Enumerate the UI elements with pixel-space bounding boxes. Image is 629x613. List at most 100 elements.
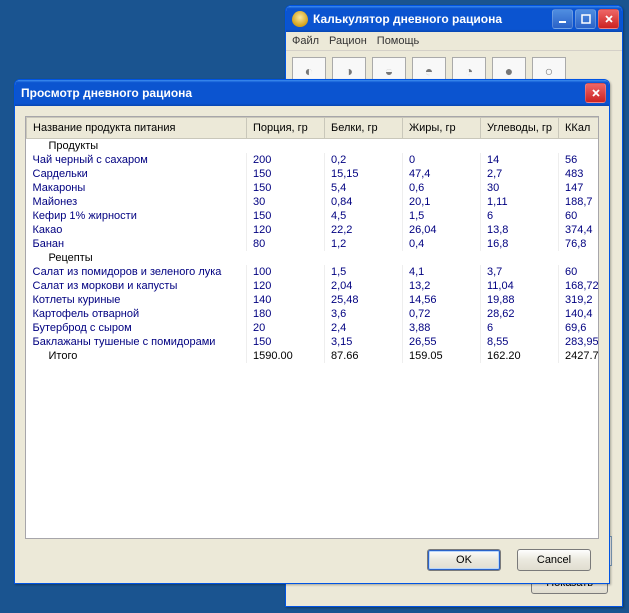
table-row[interactable]: Чай черный с сахаром2000,201456 [27,153,600,167]
total-cell-name: Итого [27,349,247,363]
cell-name: Бутерброд с сыром [27,321,247,335]
minimize-button[interactable] [552,9,573,29]
cell-fat: 26,04 [403,223,481,237]
cell-name: Чай черный с сахаром [27,153,247,167]
cell-kcal: 147 [559,181,600,195]
col-header-fat[interactable]: Жиры, гр [403,118,481,139]
table-row[interactable]: Сардельки15015,1547,42,7483 [27,167,600,181]
cell-protein: 3,6 [325,307,403,321]
cell-kcal: 140,4 [559,307,600,321]
cell-portion: 100 [247,265,325,279]
cell-portion: 140 [247,293,325,307]
cell-protein: 4,5 [325,209,403,223]
cell-carbs: 14 [481,153,559,167]
table-row[interactable]: Кефир 1% жирности1504,51,5660 [27,209,600,223]
cell-kcal: 374,4 [559,223,600,237]
table-row[interactable]: Какао12022,226,0413,8374,4 [27,223,600,237]
total-cell-portion: 1590.00 [247,349,325,363]
table-row[interactable]: Салат из помидоров и зеленого лука1001,5… [27,265,600,279]
cell-portion: 80 [247,237,325,251]
cell-kcal: 168,72 [559,279,600,293]
dialog-titlebar[interactable]: Просмотр дневного рациона [15,80,609,106]
cell-fat: 4,1 [403,265,481,279]
cell-name: Какао [27,223,247,237]
col-header-portion[interactable]: Порция, гр [247,118,325,139]
ok-button[interactable]: OK [427,549,501,571]
dialog-close-button[interactable] [585,83,606,103]
cell-carbs: 13,8 [481,223,559,237]
menu-ration[interactable]: Рацион [329,35,367,47]
ration-table[interactable]: Название продукта питания Порция, гр Бел… [26,117,599,363]
dialog-button-row: OK Cancel [427,549,591,571]
cell-name: Котлеты куриные [27,293,247,307]
col-header-kcal[interactable]: ККал [559,118,600,139]
cell-name: Картофель отварной [27,307,247,321]
cell-portion: 120 [247,279,325,293]
cell-name: Сардельки [27,167,247,181]
cell-carbs: 3,7 [481,265,559,279]
cell-fat: 13,2 [403,279,481,293]
menu-file[interactable]: Файл [292,35,319,47]
table-row[interactable]: Картофель отварной1803,60,7228,62140,4 [27,307,600,321]
cell-portion: 150 [247,181,325,195]
table-row[interactable]: Макароны1505,40,630147 [27,181,600,195]
cell-portion: 150 [247,209,325,223]
window-buttons [552,9,619,29]
cell-protein: 1,2 [325,237,403,251]
table-row[interactable]: Баклажаны тушеные с помидорами1503,1526,… [27,335,600,349]
cell-protein: 0,84 [325,195,403,209]
table-row[interactable]: Бутерброд с сыром202,43,88669,6 [27,321,600,335]
cell-fat: 26,55 [403,335,481,349]
menu-help[interactable]: Помощь [377,35,420,47]
menubar: Файл Рацион Помощь [286,32,622,51]
table-row[interactable]: Банан801,20,416,876,8 [27,237,600,251]
cell-name: Кефир 1% жирности [27,209,247,223]
total-cell-carbs: 162.20 [481,349,559,363]
cell-fat: 20,1 [403,195,481,209]
col-header-protein[interactable]: Белки, гр [325,118,403,139]
cell-carbs: 11,04 [481,279,559,293]
table-row[interactable]: Салат из моркови и капусты1202,0413,211,… [27,279,600,293]
cell-protein: 5,4 [325,181,403,195]
cell-fat: 47,4 [403,167,481,181]
table-row[interactable]: Майонез300,8420,11,11188,7 [27,195,600,209]
total-cell-protein: 87.66 [325,349,403,363]
dialog-title: Просмотр дневного рациона [21,86,585,100]
cell-fat: 0,72 [403,307,481,321]
table-row[interactable]: Котлеты куриные14025,4814,5619,88319,2 [27,293,600,307]
maximize-button[interactable] [575,9,596,29]
cell-protein: 25,48 [325,293,403,307]
cell-fat: 0 [403,153,481,167]
cell-kcal: 76,8 [559,237,600,251]
cell-kcal: 60 [559,265,600,279]
cell-portion: 180 [247,307,325,321]
main-titlebar[interactable]: Калькулятор дневного рациона [286,6,622,32]
total-cell-fat: 159.05 [403,349,481,363]
col-header-carbs[interactable]: Углеводы, гр [481,118,559,139]
cell-kcal: 283,95 [559,335,600,349]
cell-portion: 150 [247,167,325,181]
cell-carbs: 28,62 [481,307,559,321]
cell-kcal: 319,2 [559,293,600,307]
section-label: Продукты [27,139,600,154]
cell-carbs: 30 [481,181,559,195]
cell-portion: 200 [247,153,325,167]
cell-name: Баклажаны тушеные с помидорами [27,335,247,349]
cell-name: Салат из моркови и капусты [27,279,247,293]
cell-fat: 1,5 [403,209,481,223]
cell-name: Майонез [27,195,247,209]
cell-kcal: 69,6 [559,321,600,335]
cell-name: Салат из помидоров и зеленого лука [27,265,247,279]
col-header-name[interactable]: Название продукта питания [27,118,247,139]
cell-portion: 120 [247,223,325,237]
table-header-row: Название продукта питания Порция, гр Бел… [27,118,600,139]
cell-protein: 3,15 [325,335,403,349]
dialog-window: Просмотр дневного рациона Название проду… [14,79,610,584]
cell-portion: 20 [247,321,325,335]
close-button[interactable] [598,9,619,29]
cell-protein: 2,04 [325,279,403,293]
cell-portion: 30 [247,195,325,209]
cell-kcal: 60 [559,209,600,223]
cancel-button[interactable]: Cancel [517,549,591,571]
cell-kcal: 188,7 [559,195,600,209]
